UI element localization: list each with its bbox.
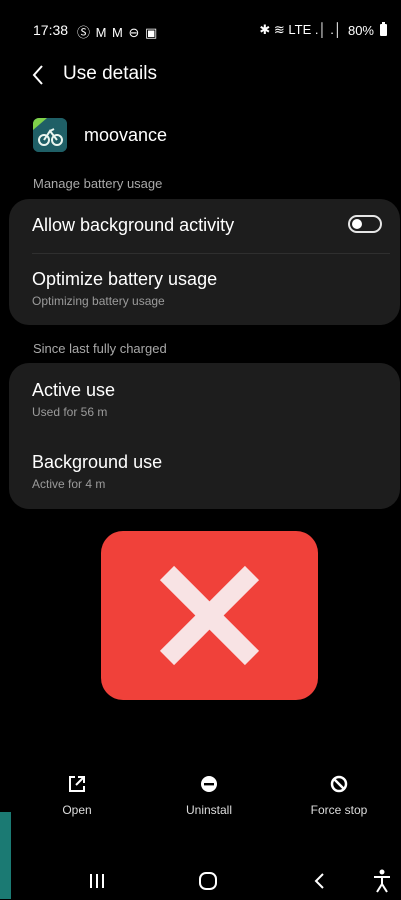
active-use-value: Used for 56 m bbox=[32, 405, 108, 419]
open-button[interactable]: Open bbox=[32, 773, 122, 817]
nav-back-icon[interactable] bbox=[300, 867, 340, 895]
app-bar: Use details bbox=[0, 60, 401, 90]
optimize-battery-status: Optimizing battery usage bbox=[32, 294, 165, 308]
force-stop-label: Force stop bbox=[310, 803, 368, 817]
error-overlay bbox=[101, 531, 318, 700]
close-icon bbox=[159, 565, 260, 666]
battery-settings-card: Allow background activity Optimize batte… bbox=[9, 199, 400, 325]
uninstall-label: Uninstall bbox=[185, 803, 233, 817]
app-name: moovance bbox=[84, 124, 168, 145]
background-use-row[interactable]: Background use Active for 4 m bbox=[32, 452, 377, 491]
divider bbox=[32, 253, 390, 254]
open-external-icon bbox=[32, 773, 122, 795]
force-stop-icon bbox=[294, 773, 384, 795]
status-right-icons: ✱ ≋ LTE .│ .│ 80% bbox=[259, 22, 387, 38]
connectivity-icons: ✱ ≋ LTE .│ .│ bbox=[259, 22, 342, 37]
toggle-knob bbox=[352, 219, 362, 229]
battery-icon bbox=[380, 22, 387, 36]
force-stop-button[interactable]: Force stop bbox=[294, 773, 384, 817]
status-bar: 17:38 Ⓢ M M ⊖ ▣ ✱ ≋ LTE .│ .│ 80% bbox=[0, 0, 401, 40]
back-icon[interactable] bbox=[30, 60, 54, 90]
notification-icons: Ⓢ M M ⊖ ▣ bbox=[77, 25, 159, 40]
allow-background-row[interactable]: Allow background activity bbox=[32, 215, 377, 236]
status-time: 17:38 bbox=[33, 22, 69, 38]
background-use-value: Active for 4 m bbox=[32, 477, 106, 491]
uninstall-button[interactable]: Uninstall bbox=[164, 773, 254, 817]
page-title: Use details bbox=[63, 63, 157, 84]
app-info: moovance bbox=[33, 118, 167, 152]
bottom-action-bar: Open Uninstall Force stop bbox=[0, 773, 401, 833]
section-label-since: Since last fully charged bbox=[33, 341, 167, 356]
background-activity-toggle[interactable] bbox=[348, 215, 382, 233]
open-label: Open bbox=[62, 803, 92, 817]
uninstall-icon bbox=[164, 773, 254, 795]
section-label-manage: Manage battery usage bbox=[33, 176, 163, 191]
app-icon bbox=[33, 118, 67, 152]
optimize-battery-row[interactable]: Optimize battery usage Optimizing batter… bbox=[32, 269, 377, 308]
home-icon[interactable] bbox=[188, 867, 228, 895]
accessibility-icon[interactable] bbox=[362, 867, 401, 895]
active-use-row[interactable]: Active use Used for 56 m bbox=[32, 380, 377, 419]
usage-card: Active use Used for 56 m Background use … bbox=[9, 363, 400, 509]
active-use-label: Active use bbox=[32, 380, 116, 400]
optimize-battery-label: Optimize battery usage bbox=[32, 269, 218, 289]
background-use-label: Background use bbox=[32, 452, 163, 472]
system-nav-bar bbox=[0, 861, 401, 899]
allow-background-label: Allow background activity bbox=[32, 215, 235, 235]
battery-percent: 80% bbox=[347, 22, 374, 38]
recents-icon[interactable] bbox=[77, 867, 117, 895]
